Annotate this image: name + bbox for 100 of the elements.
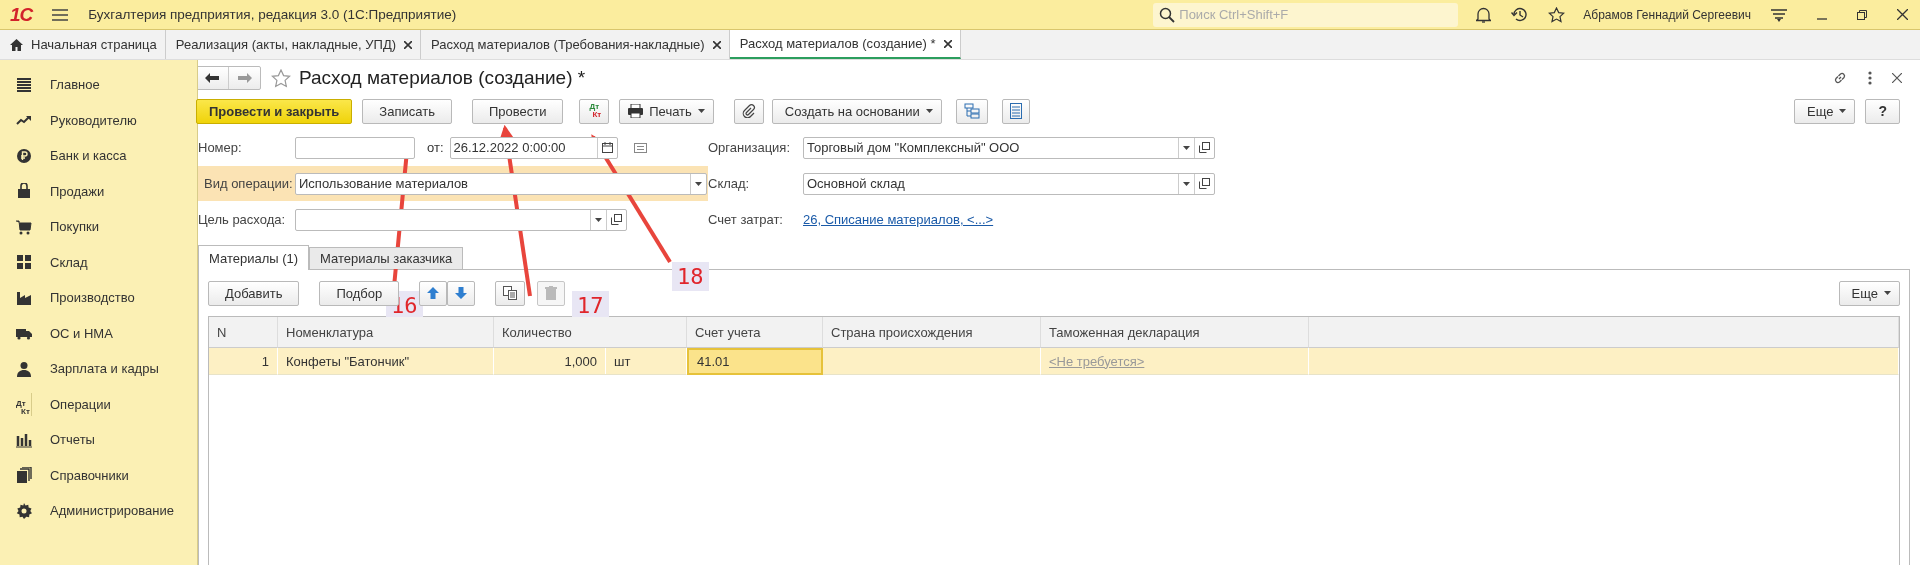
trash-icon — [545, 286, 558, 300]
column-header[interactable]: Таможенная декларация — [1041, 317, 1309, 348]
column-header[interactable]: Страна происхождения — [823, 317, 1041, 348]
close-icon[interactable] — [1892, 73, 1902, 83]
field-label: Счет затрат: — [708, 212, 784, 227]
sidebar-item[interactable]: Склад — [0, 244, 197, 280]
home-icon — [10, 38, 23, 51]
caret-icon — [695, 181, 702, 186]
copy-button[interactable] — [495, 280, 526, 306]
open-icon — [611, 214, 622, 225]
post-and-close-button[interactable]: Провести и закрыть — [196, 98, 353, 124]
restore-icon[interactable] — [1857, 9, 1867, 20]
caret-icon — [697, 109, 705, 113]
open-icon — [1199, 178, 1210, 189]
comment-icon[interactable] — [633, 142, 647, 153]
table-cell: <Не требуется> — [1041, 348, 1309, 375]
close-icon[interactable] — [943, 39, 952, 48]
caret-icon — [1839, 109, 1847, 113]
menu-icon[interactable] — [52, 8, 69, 21]
field-label: Номер: — [198, 140, 243, 155]
cart-icon — [16, 218, 32, 235]
arrow-down-icon — [455, 287, 468, 299]
history-icon[interactable] — [1511, 6, 1529, 23]
sidebar-item[interactable]: Покупки — [0, 209, 197, 245]
more-button[interactable]: Еще — [1794, 98, 1856, 124]
filter-menu-icon[interactable] — [1771, 7, 1787, 22]
warehouse-field[interactable]: Основной склад — [803, 172, 1215, 195]
printer-icon — [628, 104, 644, 118]
caret-icon — [925, 109, 933, 113]
annotation-number: 18 — [672, 262, 709, 291]
bag-icon — [16, 183, 32, 200]
toolbar-button[interactable]: Провести — [471, 98, 564, 124]
column-header[interactable]: Номенклатура — [278, 317, 494, 348]
sidebar-item[interactable]: Справочники — [0, 457, 197, 493]
help-button[interactable]: ? — [1865, 98, 1900, 124]
sidebar-item[interactable]: Администрирование — [0, 493, 197, 529]
close-icon[interactable] — [1897, 9, 1908, 20]
more-button[interactable]: Еще — [1838, 280, 1900, 306]
column-header[interactable]: Счет учета — [687, 317, 823, 348]
open-icon — [1199, 142, 1210, 153]
app-logo: 1С — [10, 3, 33, 26]
form-title: Расход материалов (создание) * — [299, 67, 586, 89]
bar-chart-icon — [16, 431, 32, 448]
sidebar-item[interactable]: ОС и НМА — [0, 315, 197, 351]
move-down-button[interactable] — [447, 280, 476, 306]
attach-button[interactable] — [733, 98, 764, 124]
toolbar-button[interactable]: Записать — [362, 98, 452, 124]
field-label: Цель расхода: — [198, 212, 287, 227]
field-label: Организация: — [708, 140, 792, 155]
search-field[interactable]: Поиск Ctrl+Shift+F — [1153, 2, 1459, 27]
close-icon[interactable] — [404, 40, 413, 49]
bell-icon[interactable] — [1476, 6, 1492, 23]
sidebar-item[interactable]: Дт Кт Операции — [0, 386, 197, 422]
calendar-icon[interactable] — [601, 142, 613, 153]
link-icon[interactable] — [1832, 70, 1848, 86]
grid-icon — [16, 254, 32, 271]
toolbar-icon-button[interactable] — [1001, 98, 1030, 124]
form-tab[interactable]: Материалы заказчика — [309, 247, 464, 269]
list-icon — [1009, 103, 1022, 119]
column-header[interactable]: Количество — [494, 317, 687, 348]
column-header[interactable]: N — [209, 317, 278, 348]
move-up-button[interactable] — [419, 280, 448, 306]
books-icon — [16, 467, 32, 484]
paperclip-icon — [741, 104, 756, 118]
sidebar-item[interactable]: Главное — [0, 67, 197, 103]
create-based-on-button[interactable]: Создать на основании — [771, 98, 942, 124]
date-field[interactable]: 26.12.2022 0:00:00 — [449, 136, 618, 159]
field-label: от: — [427, 140, 444, 155]
sidebar-item[interactable]: Отчеты — [0, 422, 197, 458]
caret-icon — [595, 217, 602, 222]
star-icon[interactable] — [1548, 6, 1566, 23]
purpose-field[interactable] — [295, 208, 627, 231]
debit-credit-button[interactable]: Дт Кт — [579, 98, 610, 124]
hierarchy-icon — [963, 103, 980, 119]
number-field[interactable] — [295, 136, 415, 159]
table-cell: 41.01 — [687, 348, 823, 375]
debit-credit-icon: Дт Кт — [16, 392, 32, 416]
caret-icon — [1183, 145, 1190, 150]
sidebar-item[interactable]: Банк и касса — [0, 138, 197, 174]
table-cell: 1,000 шт — [494, 348, 687, 375]
sidebar-item[interactable]: Зарплата и кадры — [0, 351, 197, 387]
operation-type-field[interactable]: Использование материалов — [295, 172, 707, 195]
more-icon[interactable] — [1868, 71, 1872, 85]
user-name[interactable]: Абрамов Геннадий Сергеевич — [1583, 7, 1751, 22]
arrow-left-icon — [205, 73, 219, 83]
star-icon[interactable] — [271, 68, 291, 88]
organization-field[interactable]: Торговый дом "Комплексный" ООО — [803, 136, 1215, 159]
sidebar-item[interactable]: Продажи — [0, 173, 197, 209]
toolbar-icon-button[interactable] — [955, 98, 988, 124]
form-tab[interactable]: Материалы (1) — [198, 245, 310, 270]
sidebar-item[interactable]: Производство — [0, 280, 197, 316]
print-button[interactable]: Печать — [619, 98, 714, 124]
close-icon[interactable] — [712, 40, 721, 49]
copy-icon — [503, 286, 518, 300]
sidebar-item[interactable]: Руководителю — [0, 102, 197, 138]
ruble-coin-icon — [16, 147, 32, 164]
cost-account-link[interactable]: 26, Списание материалов, <...> — [803, 212, 994, 227]
table-toolbar-button[interactable]: Добавить — [208, 280, 300, 306]
open-tab[interactable]: Расход материалов (создание) * — [729, 30, 961, 59]
factory-icon — [16, 289, 32, 306]
